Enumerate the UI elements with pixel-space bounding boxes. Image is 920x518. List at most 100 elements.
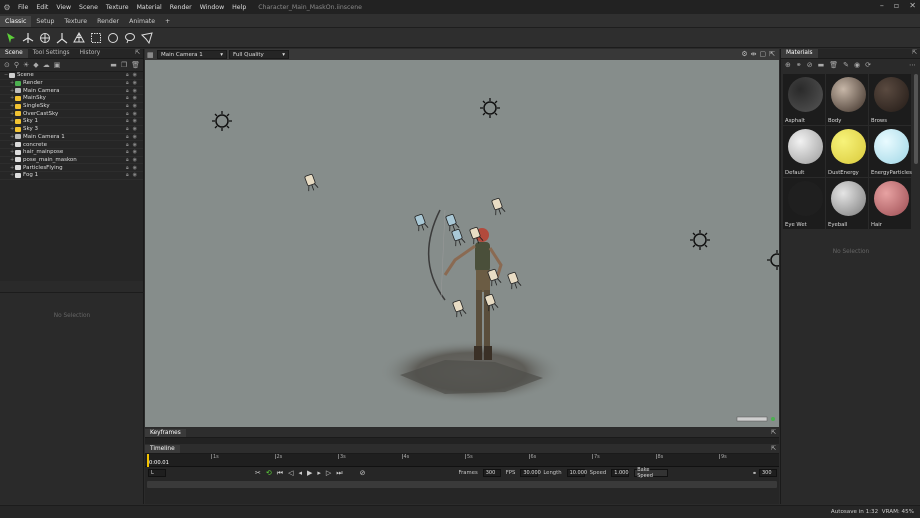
quality-dropdown[interactable]: Full Quality ▾: [229, 50, 289, 59]
sun-light-icon[interactable]: [767, 250, 779, 270]
tab-scene[interactable]: Scene: [0, 49, 28, 58]
link-icon[interactable]: ⚭: [752, 470, 757, 477]
picker-icon[interactable]: ⊘: [807, 61, 813, 69]
add-fog-icon[interactable]: ☁: [43, 61, 50, 69]
scene-tree-item[interactable]: + pose_main_maskon 🔒︎ ◉: [0, 157, 143, 165]
materials-scrollbar[interactable]: [914, 74, 918, 164]
lock-icon[interactable]: 🔒︎: [126, 111, 129, 117]
trash-icon[interactable]: 🗑: [131, 61, 143, 69]
add-tab-button[interactable]: +: [160, 16, 175, 27]
scissors-icon[interactable]: ✂: [255, 469, 261, 477]
material-thumbnail[interactable]: DustEnergy: [826, 126, 868, 177]
paint-select-icon[interactable]: [140, 31, 153, 44]
skip-end-icon[interactable]: ⏭: [336, 469, 342, 478]
menu-edit[interactable]: Edit: [32, 4, 52, 11]
sun-light-icon[interactable]: [212, 111, 232, 131]
tab-keyframes[interactable]: Keyframes: [145, 428, 186, 437]
gear-icon[interactable]: ⚙: [741, 50, 747, 58]
frames-field[interactable]: 300: [482, 469, 501, 477]
tab-render[interactable]: Render: [92, 16, 124, 27]
scene-tree-item[interactable]: + Render 🔒︎ ◉: [0, 80, 143, 88]
lock-icon[interactable]: 🔒︎: [126, 165, 129, 171]
lock-icon[interactable]: 🔒︎: [126, 134, 129, 140]
trash-icon[interactable]: 🗑: [829, 61, 838, 69]
visibility-eye-icon[interactable]: ◉: [133, 149, 137, 155]
lock-icon[interactable]: 🔒︎: [126, 103, 129, 109]
lock-icon[interactable]: 🔒︎: [126, 157, 129, 163]
sun-light-icon[interactable]: [690, 230, 710, 250]
scale-tool-icon[interactable]: [55, 31, 68, 44]
material-thumbnail[interactable]: Default: [783, 126, 825, 177]
material-thumbnail[interactable]: Brows: [869, 74, 911, 125]
visibility-eye-icon[interactable]: ◉: [133, 72, 137, 78]
lock-icon[interactable]: 🔒︎: [126, 80, 129, 86]
add-sky-icon[interactable]: ☀: [23, 61, 29, 69]
lock-icon[interactable]: 🔒︎: [126, 126, 129, 132]
material-thumbnail[interactable]: Body: [826, 74, 868, 125]
scene-tree-item[interactable]: + ParticlesFlying 🔒︎ ◉: [0, 164, 143, 172]
length-field[interactable]: 10.000: [566, 469, 587, 477]
viewport[interactable]: ▦ Main Camera 1 ▾ Full Quality ▾ ⚙ ⇹ ▢ ⇱: [145, 49, 779, 427]
panel-popout-icon[interactable]: ⇱: [771, 445, 776, 452]
visibility-eye-icon[interactable]: ◉: [133, 142, 137, 148]
panel-popout-icon[interactable]: ⇱: [135, 49, 143, 58]
maximize-icon[interactable]: ▫: [894, 1, 899, 10]
duplicate-icon[interactable]: ❐: [121, 61, 127, 69]
tab-animate[interactable]: Animate: [124, 16, 160, 27]
panel-popout-icon[interactable]: ⇱: [771, 429, 776, 436]
add-mesh-icon[interactable]: ▣: [54, 61, 61, 69]
scene-tree-item[interactable]: + hair_mainpose 🔒︎ ◉: [0, 149, 143, 157]
sun-light-icon[interactable]: [480, 98, 500, 118]
menu-help[interactable]: Help: [228, 4, 250, 11]
tab-tool-settings[interactable]: Tool Settings: [28, 49, 75, 58]
add-object-icon[interactable]: ◆: [33, 61, 38, 69]
prev-key-icon[interactable]: ◁: [288, 469, 293, 477]
visibility-eye-icon[interactable]: ◉: [133, 126, 137, 132]
visibility-eye-icon[interactable]: ◉: [133, 134, 137, 140]
menu-render[interactable]: Render: [166, 4, 196, 11]
scene-tree-item[interactable]: + Fog 1 🔒︎ ◉: [0, 172, 143, 180]
lock-icon[interactable]: 🔒︎: [126, 88, 129, 94]
material-thumbnail[interactable]: Eyeball: [826, 178, 868, 229]
folder-icon[interactable]: ▬: [818, 61, 825, 69]
spot-light-icon[interactable]: [304, 173, 319, 192]
visibility-eye-icon[interactable]: ◉: [133, 157, 137, 163]
tab-materials[interactable]: Materials: [781, 49, 818, 58]
add-material-icon[interactable]: ⊕: [785, 61, 791, 69]
maximize-view-icon[interactable]: ▢: [760, 50, 767, 58]
fps-field[interactable]: 30.000: [520, 469, 541, 477]
timeline-scrollbar[interactable]: [147, 481, 777, 488]
visibility-eye-icon[interactable]: ◉: [133, 165, 137, 171]
refresh-icon[interactable]: ⟳: [865, 61, 871, 69]
spot-light-icon[interactable]: [451, 228, 466, 247]
lock-icon[interactable]: 🔒︎: [126, 142, 129, 148]
visibility-eye-icon[interactable]: ◉: [133, 103, 137, 109]
visibility-eye-icon[interactable]: ◉: [133, 80, 137, 86]
speed-field[interactable]: 1.000: [611, 469, 630, 477]
scene-tree-item[interactable]: − Scene 🔒︎ ◉: [0, 72, 143, 80]
spot-light-icon[interactable]: [507, 271, 522, 290]
circle-select-icon[interactable]: [106, 31, 119, 44]
brush-icon[interactable]: ✎: [843, 61, 849, 69]
camera-dropdown[interactable]: Main Camera 1 ▾: [157, 50, 227, 59]
split-view-icon[interactable]: ⇹: [751, 50, 757, 58]
visibility-eye-icon[interactable]: ◉: [133, 118, 137, 124]
lock-icon[interactable]: 🔒︎: [126, 149, 129, 155]
lock-icon[interactable]: 🔒︎: [126, 95, 129, 101]
menu-file[interactable]: File: [14, 4, 32, 11]
material-thumbnail[interactable]: EnergyParticles: [869, 126, 912, 177]
scene-tree-item[interactable]: + Sky 3 🔒︎ ◉: [0, 126, 143, 134]
material-thumbnail[interactable]: Hair: [869, 178, 911, 229]
visibility-eye-icon[interactable]: ◉: [133, 172, 137, 178]
scene-tree-item[interactable]: + concrete 🔒︎ ◉: [0, 141, 143, 149]
scene-tree-item[interactable]: + SingleSky 🔒︎ ◉: [0, 103, 143, 111]
tab-timeline[interactable]: Timeline: [145, 444, 180, 453]
viewport-menu-icon[interactable]: ▦: [147, 51, 155, 59]
select-cursor-icon[interactable]: [4, 31, 17, 44]
tab-texture[interactable]: Texture: [59, 16, 92, 27]
rotate-tool-icon[interactable]: [38, 31, 51, 44]
scene-tree-item[interactable]: + Main Camera 🔒︎ ◉: [0, 87, 143, 96]
scene-tree-item[interactable]: + OverCastSky 🔒︎ ◉: [0, 110, 143, 119]
track-field[interactable]: L: [148, 469, 166, 477]
menu-scene[interactable]: Scene: [75, 4, 102, 11]
